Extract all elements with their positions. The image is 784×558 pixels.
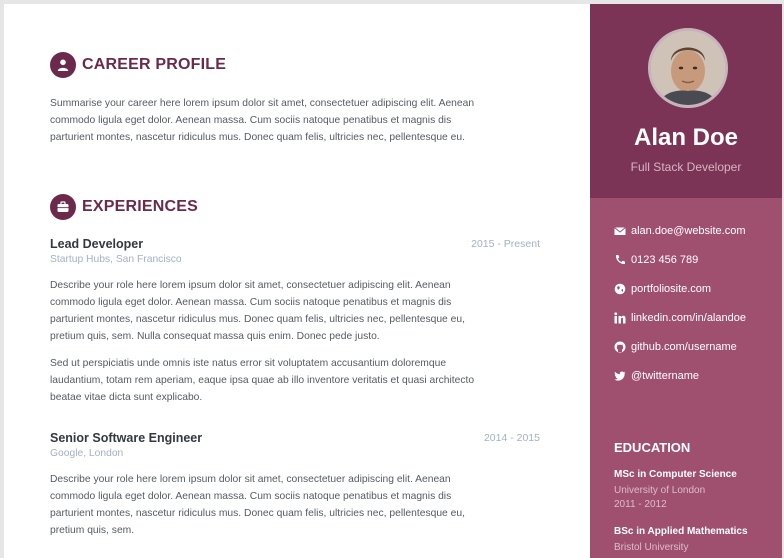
contact-phone[interactable]: 0123 456 789 [614,254,698,266]
job-date: 2015 - Present [471,238,540,250]
text-line: commodo ligula eget dolor. Aenean massa.… [50,491,452,502]
education-degree: MSc in Computer Science [614,469,737,480]
contact-email-text: alan.doe@website.com [631,225,746,237]
education-title: EDUCATION [614,440,691,455]
career-profile-title: CAREER PROFILE [82,56,227,73]
github-icon [614,341,626,353]
person-name: Alan Doe [633,124,738,151]
globe-icon [614,283,626,295]
briefcase-icon [50,194,76,220]
job-company: Google, London [50,448,124,459]
text-line: Summarise your career here lorem ipsum d… [50,98,475,109]
resume-page: CAREER PROFILE Summarise your career her… [4,4,782,558]
education-school: Bristol University [614,542,689,553]
job-description: Describe your role here lorem ipsum dolo… [50,277,534,345]
text-line: laudantium, totam rem aperiam, eaque ips… [50,375,475,386]
contact-twitter[interactable]: @twittername [614,370,699,382]
contact-linkedin[interactable]: linkedin.com/in/alandoe [614,312,746,324]
job-title: Senior Software Engineer [50,431,203,445]
contact-github[interactable]: github.com/username [614,341,737,353]
experiences-heading: EXPERIENCES [50,194,198,220]
job-company: Startup Hubs, San Francisco [50,254,182,265]
text-line: commodo ligula eget dolor. Aenean massa.… [50,115,452,126]
contact-twitter-text: @twittername [631,370,700,382]
contact-phone-text: 0123 456 789 [631,254,699,266]
text-line: commodo ligula eget dolor. Aenean massa.… [50,297,452,308]
education-school: University of London [614,485,706,496]
education-years: 2011 - 2012 [614,499,667,510]
phone-icon [614,254,626,266]
text-line: pretium quis, sem. Nulla consequat massa… [50,331,380,342]
contact-email[interactable]: alan.doe@website.com [614,225,746,237]
contact-linkedin-text: linkedin.com/in/alandoe [631,312,746,324]
sidebar: Alan Doe Full Stack Developer alan.doe@w… [590,4,782,558]
text-line: beatae vitae dicta sunt explicabo. [50,392,203,403]
job-date: 2014 - 2015 [483,432,540,444]
text-line: Describe your role here lorem ipsum dolo… [50,474,451,485]
main-column: CAREER PROFILE Summarise your career her… [4,4,590,558]
job-description: Describe your role here lorem ipsum dolo… [50,471,534,539]
linkedin-icon [614,312,626,324]
text-line: parturient montes, nascetur ridiculus mu… [50,132,465,143]
job-description-extra: Sed ut perspiciatis unde omnis iste natu… [50,355,534,406]
contact-website[interactable]: portfoliosite.com [614,283,711,295]
envelope-icon [614,225,626,237]
user-icon [50,52,76,78]
profile-header: Alan Doe Full Stack Developer [590,4,782,198]
text-line: Sed ut perspiciatis unde omnis iste natu… [50,358,447,369]
text-line: pretium quis, sem. [50,525,135,536]
twitter-icon [614,370,626,382]
text-line: parturient montes, nascetur ridiculus mu… [50,314,465,325]
experiences-title: EXPERIENCES [82,198,199,215]
text-line: parturient montes, nascetur ridiculus mu… [50,508,465,519]
job-title: Lead Developer [50,237,144,251]
text-line: Describe your role here lorem ipsum dolo… [50,280,451,291]
contact-github-text: github.com/username [631,341,737,353]
person-tagline: Full Stack Developer [630,160,742,174]
education-degree: BSc in Applied Mathematics [614,526,748,537]
contact-website-text: portfoliosite.com [631,283,712,295]
career-summary: Summarise your career here lorem ipsum d… [50,95,534,146]
avatar [648,28,728,108]
career-profile-heading: CAREER PROFILE [50,52,226,78]
